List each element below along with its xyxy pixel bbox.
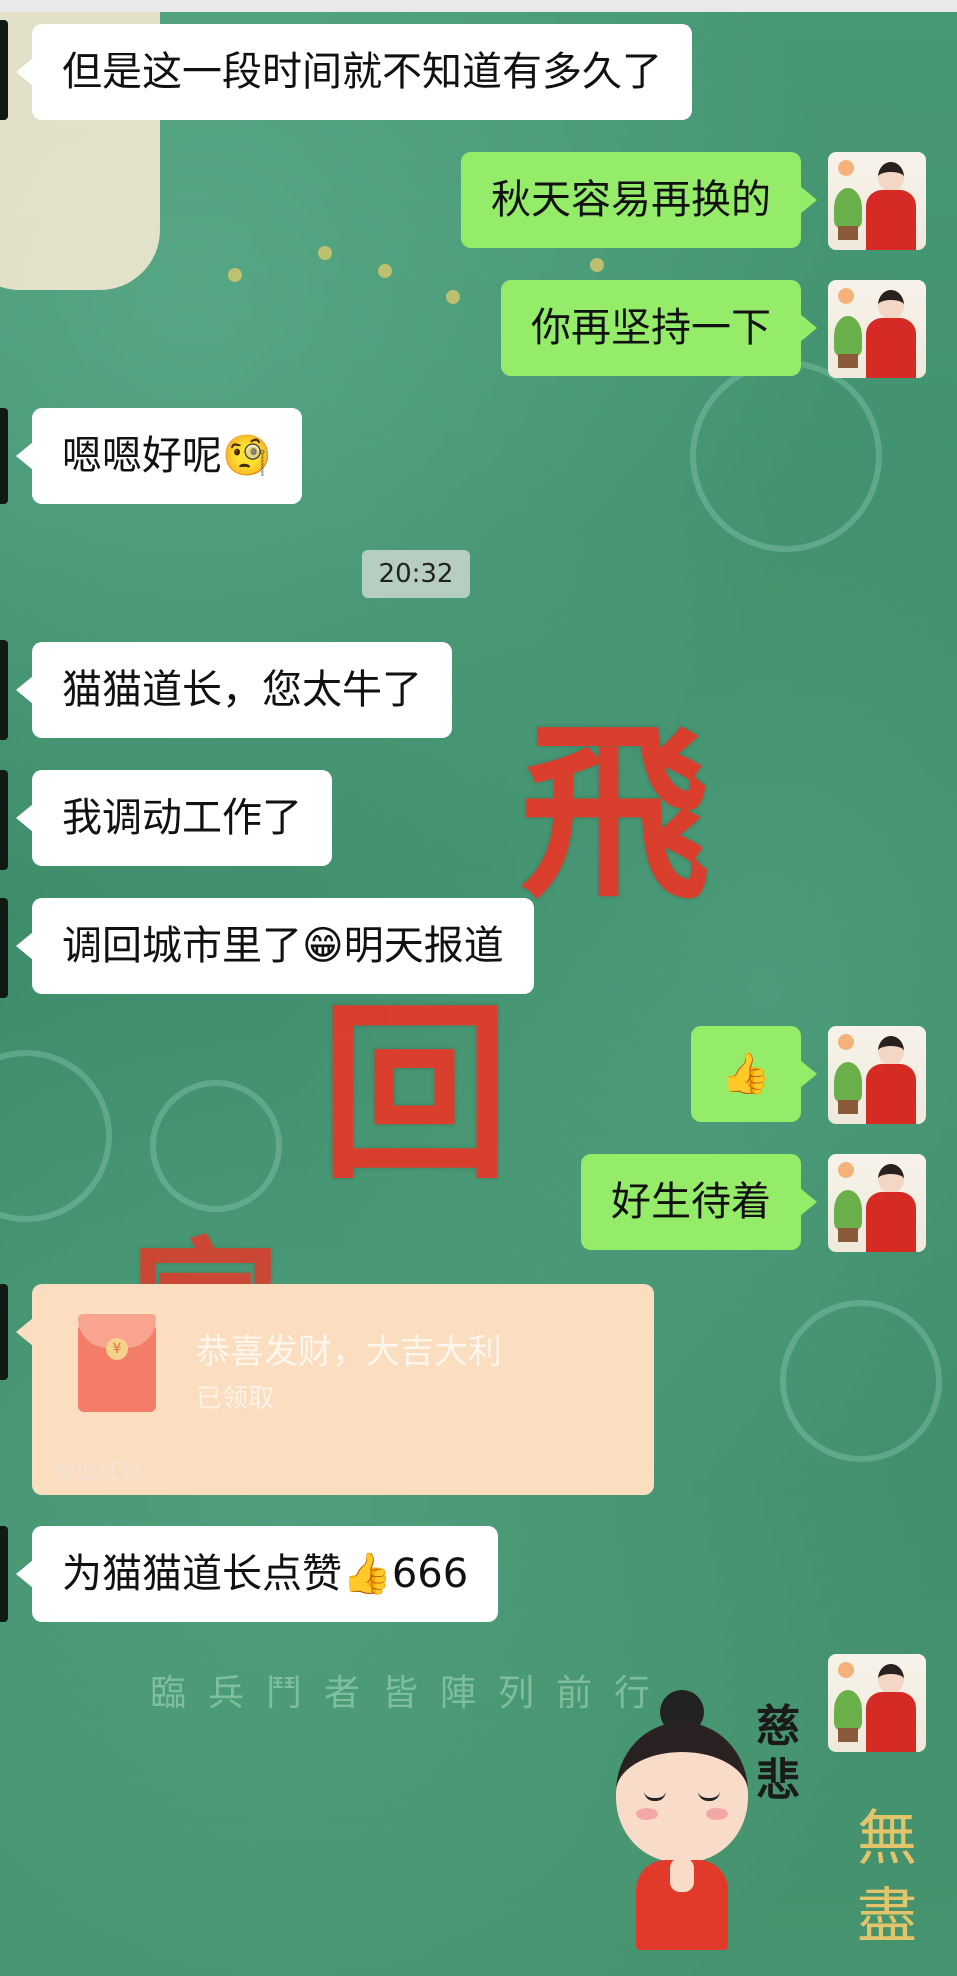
self-avatar[interactable] [828, 1026, 926, 1124]
message-text: 猫猫道长，您太牛了 [62, 667, 422, 713]
chat-timestamp: 20:32 [362, 550, 470, 598]
message-text: 666 [391, 1551, 469, 1597]
decor-dot [318, 246, 332, 260]
self-avatar[interactable] [828, 280, 926, 378]
sticker-face [616, 1722, 748, 1862]
message-text: 我调动工作了 [62, 795, 302, 841]
background-vertical-text: 無盡 [857, 1804, 917, 1952]
decor-circle [690, 360, 882, 552]
left-edge-marker [0, 640, 8, 740]
decor-dot [590, 258, 604, 272]
decor-dot [228, 268, 242, 282]
self-avatar[interactable] [828, 1654, 926, 1752]
message-text: 但是这一段时间就不知道有多久了 [62, 49, 662, 95]
sticker-hands [670, 1858, 694, 1892]
message-bubble-sent[interactable]: 你再坚持一下 [501, 280, 817, 376]
red-packet-icon: ¥ [78, 1314, 156, 1412]
red-packet-footer: 微信红包 [54, 1460, 143, 1485]
calligraphy-fei: 飛 [520, 702, 711, 925]
sticker-text: 慈悲 [756, 1701, 800, 1806]
message-bubble-sent[interactable]: 秋天容易再换的 [461, 152, 817, 248]
sticker-message[interactable]: 慈悲 [560, 1690, 810, 1950]
message-bubble-received[interactable]: 猫猫道长，您太牛了 [16, 642, 452, 738]
message-text: 为猫猫道长点赞 [62, 1551, 342, 1597]
red-packet-card[interactable]: ¥ 恭喜发财，大吉大利 已领取 微信红包 [16, 1284, 654, 1495]
left-edge-marker [0, 770, 8, 870]
decor-dot [446, 290, 460, 304]
message-bubble-sent[interactable]: 好生待着 [581, 1154, 817, 1250]
message-text: 好生待着 [611, 1179, 771, 1225]
message-text: 调回城市里了 [62, 923, 302, 969]
message-bubble-received[interactable]: 我调动工作了 [16, 770, 332, 866]
left-edge-marker [0, 898, 8, 998]
left-edge-marker [0, 1526, 8, 1622]
message-bubble-received[interactable]: 调回城市里了😁明天报道 [16, 898, 534, 994]
sticker-cheek [636, 1808, 658, 1820]
message-text: 秋天容易再换的 [491, 177, 771, 223]
grinning-face-icon: 😁 [302, 923, 344, 969]
monocle-face-icon: 🧐 [222, 433, 272, 479]
self-avatar[interactable] [828, 152, 926, 250]
message-bubble-received[interactable]: 但是这一段时间就不知道有多久了 [16, 24, 692, 120]
status-strip [0, 0, 957, 12]
self-avatar[interactable] [828, 1154, 926, 1252]
left-edge-marker [0, 408, 8, 504]
message-text: 嗯嗯好呢 [62, 433, 222, 479]
message-text: 你再坚持一下 [531, 305, 771, 351]
message-bubble-received[interactable]: 为猫猫道长点赞👍666 [15, 1526, 499, 1622]
decor-dot [378, 264, 392, 278]
left-edge-marker [0, 1284, 8, 1380]
thumbs-up-icon: 👍 [721, 1051, 771, 1097]
coin-icon: ¥ [106, 1338, 128, 1360]
decor-circle [780, 1300, 942, 1462]
sticker-cheek [706, 1808, 728, 1820]
red-packet-title: 恭喜发财，大吉大利 [196, 1332, 502, 1372]
message-bubble-received[interactable]: 嗯嗯好呢🧐 [16, 408, 302, 504]
red-packet-status: 已领取 [196, 1384, 275, 1414]
message-bubble-sent[interactable]: 👍 [691, 1026, 817, 1122]
decor-circle [0, 1050, 112, 1222]
message-text: 明天报道 [343, 923, 504, 969]
thumbs-up-icon: 👍 [342, 1551, 392, 1597]
left-edge-marker [0, 20, 8, 120]
